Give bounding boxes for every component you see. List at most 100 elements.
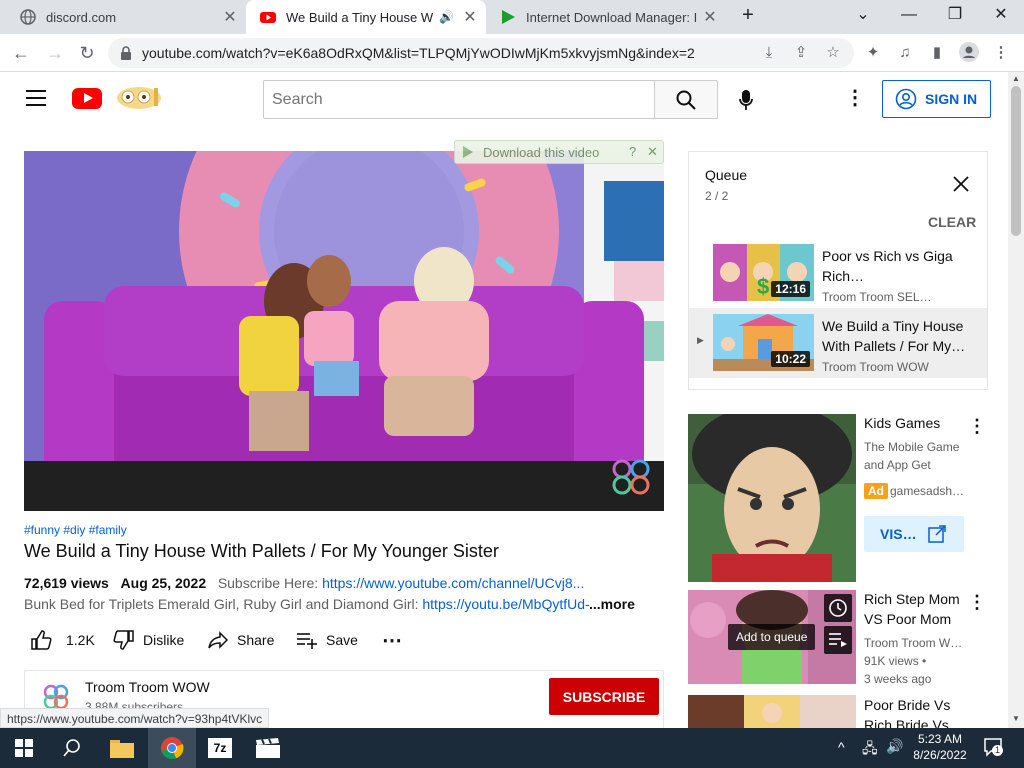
video-title: We Build a Tiny House With Pallets / For… xyxy=(24,541,499,561)
tab-idm[interactable]: Internet Download Manager: I ca ✕ xyxy=(486,0,726,34)
description-link[interactable]: https://youtu.be/MbQytfUd- xyxy=(422,596,589,612)
download-close-icon[interactable]: ✕ xyxy=(647,144,658,160)
save-button[interactable]: Save xyxy=(296,627,358,653)
tab-discord[interactable]: discord.com ✕ xyxy=(6,0,246,34)
video-menu-kebab-icon[interactable]: ⋮ xyxy=(968,593,986,611)
youtube-page: ⋮ SIGN IN xyxy=(0,72,1008,728)
watch-later-button[interactable] xyxy=(824,594,852,622)
address-bar[interactable]: youtube.com/watch?v=eK6a8OdRxQM&list=TLP… xyxy=(108,38,854,68)
show-more-button[interactable]: ...more xyxy=(589,596,635,612)
download-help-icon[interactable]: ? xyxy=(629,144,636,159)
like-count: 1.2K xyxy=(66,632,95,648)
like-button[interactable]: 1.2K xyxy=(30,627,95,653)
network-icon[interactable]: 🖧 xyxy=(862,738,878,762)
description-line-1[interactable]: 72,619 views Aug 25, 2022 Subscribe Here… xyxy=(24,575,584,591)
media-control-icon[interactable]: ♫ xyxy=(894,42,916,64)
video-player[interactable] xyxy=(24,151,664,511)
video-title[interactable]: Poor Bride Vs Rich Bride Vs xyxy=(864,695,974,728)
hamburger-menu-icon[interactable] xyxy=(26,90,46,106)
tab-youtube[interactable]: We Build a Tiny House With 🔊 ✕ xyxy=(246,0,486,34)
idm-download-panel[interactable]: Download this video ? ✕ xyxy=(454,140,664,164)
channel-link[interactable]: https://www.youtube.com/channel/UCvj8... xyxy=(322,575,584,591)
7zip-taskbar-button[interactable]: 7z xyxy=(196,728,244,768)
queue-item-title: Poor vs Rich vs Giga Rich… xyxy=(822,248,953,284)
youtube-icon xyxy=(260,12,276,23)
clear-queue-button[interactable]: CLEAR xyxy=(928,214,976,230)
ad-thumbnail[interactable] xyxy=(688,414,856,582)
share-button[interactable]: Share xyxy=(207,627,274,653)
new-tab-button[interactable]: + xyxy=(733,0,763,30)
visit-advertiser-button[interactable]: VIS… xyxy=(864,516,964,552)
scroll-down-icon[interactable]: ▼ xyxy=(1012,714,1020,723)
channel-avatar[interactable] xyxy=(42,683,70,711)
video-thumbnail[interactable] xyxy=(688,695,856,728)
channel-name[interactable]: Troom Troom WOW xyxy=(85,679,210,695)
profile-icon[interactable] xyxy=(958,42,980,64)
chrome-menu-icon[interactable]: ⋮ xyxy=(990,42,1012,64)
queue-item[interactable]: $ 12:16 Poor vs Rich vs Giga Rich… Troom… xyxy=(689,238,987,308)
clock[interactable]: 5:23 AM 8/26/2022 xyxy=(910,732,970,762)
bookmark-star-icon[interactable]: ☆ xyxy=(822,42,844,64)
audio-playing-icon[interactable]: 🔊 xyxy=(439,10,454,24)
start-button[interactable] xyxy=(0,728,48,768)
browser-tab-strip: discord.com ✕ We Build a Tiny House With… xyxy=(0,0,1024,34)
hashtags[interactable]: #funny #diy #family xyxy=(24,523,127,537)
dislike-button[interactable]: Dislike xyxy=(113,627,184,653)
share-icon[interactable]: ⇪ xyxy=(790,42,812,64)
video-editor-taskbar-button[interactable] xyxy=(244,728,292,768)
share-arrow-icon xyxy=(208,631,229,649)
add-to-queue-button[interactable] xyxy=(824,626,852,654)
tab-close-icon[interactable]: ✕ xyxy=(460,7,480,27)
clock-date: 8/26/2022 xyxy=(913,748,967,762)
share-label: Share xyxy=(237,632,275,648)
search-input[interactable] xyxy=(263,80,655,119)
chrome-taskbar-button[interactable] xyxy=(148,728,196,768)
url-text: youtube.com/watch?v=eK6a8OdRxQM&list=TLP… xyxy=(142,45,695,61)
queue-item-title: We Build a Tiny House With Pallets / For… xyxy=(822,318,966,354)
playlist-add-icon xyxy=(297,633,317,649)
youtube-logo[interactable] xyxy=(72,88,102,109)
video-channel[interactable]: Troom Troom W… xyxy=(864,634,962,652)
file-explorer-button[interactable] xyxy=(98,728,146,768)
more-actions-icon[interactable]: ⋯ xyxy=(382,627,402,653)
video-thumbnail[interactable]: Add to queue xyxy=(688,590,856,684)
page-scrollbar[interactable]: ▲ ▼ xyxy=(1008,72,1024,728)
add-to-queue-tooltip: Add to queue xyxy=(728,624,816,650)
download-arrow-icon xyxy=(463,146,473,158)
scroll-thumb[interactable] xyxy=(1011,86,1021,236)
install-icon[interactable]: ⤓ xyxy=(758,42,780,64)
volume-icon[interactable]: 🔊 xyxy=(886,738,903,755)
close-queue-icon[interactable] xyxy=(953,176,969,192)
show-hidden-icons-chevron-icon[interactable]: ^ xyxy=(838,739,845,755)
minimize-button[interactable]: — xyxy=(886,0,932,30)
tab-close-icon[interactable]: ✕ xyxy=(700,7,720,27)
queue-thumbnail: $ 12:16 xyxy=(713,244,814,301)
folder-icon xyxy=(110,740,134,758)
voice-search-button[interactable] xyxy=(726,80,766,120)
thumbs-up-icon xyxy=(31,630,52,650)
scroll-up-icon[interactable]: ▲ xyxy=(1012,74,1020,83)
notification-center-button[interactable]: 1 xyxy=(982,737,1004,759)
extensions-icon[interactable]: ✦ xyxy=(862,42,884,64)
lock-icon xyxy=(121,46,131,60)
ad-menu-kebab-icon[interactable]: ⋮ xyxy=(968,417,986,435)
video-title[interactable]: Rich Step Mom VS Poor Mom xyxy=(864,589,974,629)
search-button[interactable] xyxy=(654,80,718,119)
queue-item-current[interactable]: ▶ 10:22 We Build a Tiny House With Palle… xyxy=(689,308,987,378)
subscribe-button[interactable]: SUBSCRIBE xyxy=(549,678,659,715)
sign-in-button[interactable]: SIGN IN xyxy=(882,80,991,118)
close-window-button[interactable]: ✕ xyxy=(978,0,1024,30)
reload-button[interactable]: ↻ xyxy=(76,42,98,64)
forward-button[interactable]: → xyxy=(44,42,66,64)
restore-button[interactable]: ❐ xyxy=(932,0,978,30)
doodle-logo-icon[interactable] xyxy=(114,82,164,112)
tab-search-icon[interactable]: ⌄ xyxy=(840,0,886,30)
back-button[interactable]: ← xyxy=(10,42,32,64)
taskbar-search-button[interactable] xyxy=(48,728,96,768)
queue-item-channel: Troom Troom WOW xyxy=(822,360,929,374)
description-line-2[interactable]: Bunk Bed for Triplets Emerald Girl, Ruby… xyxy=(24,596,590,612)
side-panel-icon[interactable]: ▮ xyxy=(926,42,948,64)
settings-kebab-icon[interactable]: ⋮ xyxy=(845,88,865,108)
ad-title[interactable]: Kids Games xyxy=(864,413,974,433)
tab-close-icon[interactable]: ✕ xyxy=(220,7,240,27)
